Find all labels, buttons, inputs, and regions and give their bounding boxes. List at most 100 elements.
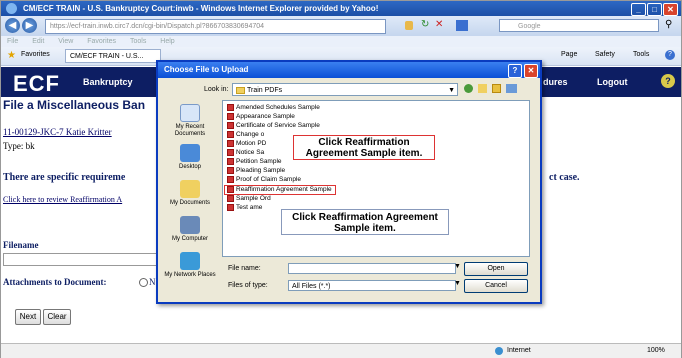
file-name-input[interactable] (288, 263, 456, 274)
callout-top: Click Reaffirmation Agreement Sample ite… (293, 135, 435, 160)
my-network-icon (180, 252, 200, 270)
favorites-button[interactable]: Favorites (21, 51, 50, 58)
attachments-radio[interactable] (139, 278, 148, 287)
file-label: Appearance Sample (236, 113, 295, 121)
chevron-down-icon[interactable]: ▼ (448, 84, 455, 97)
status-bar: Internet 100% (1, 343, 681, 358)
file-item[interactable]: Petition Sample (227, 158, 282, 166)
case-link[interactable]: 11-00129-JKC-7 Katie Kritter (3, 127, 112, 137)
attachments-label: Attachments to Document: (3, 277, 107, 287)
pdf-icon (227, 176, 234, 183)
toolbar-tools[interactable]: Tools (633, 51, 649, 58)
place-my-network[interactable]: My Network Places (162, 252, 218, 279)
url-field[interactable]: https://ecf-train.inwb.circ7.dcn/cgi-bin… (45, 19, 386, 34)
folder-icon (236, 87, 245, 94)
next-button[interactable]: Next (15, 309, 41, 325)
star-icon[interactable]: ★ (7, 50, 16, 61)
file-label: Sample Ord (236, 195, 271, 203)
menu-bankruptcy[interactable]: Bankruptcy (83, 77, 133, 87)
files-of-type-select[interactable]: All Files (*.*) (288, 280, 456, 291)
pdf-icon (227, 113, 234, 120)
place-label: My Recent Documents (174, 124, 206, 137)
menu-view[interactable]: View (58, 38, 73, 45)
place-recent-documents[interactable]: My Recent Documents (162, 104, 218, 138)
file-item[interactable]: Pleading Sample (227, 167, 285, 175)
toolbar-page[interactable]: Page (561, 51, 577, 58)
forward-icon[interactable]: ▶ (22, 18, 37, 33)
file-item[interactable]: Amended Schedules Sample (227, 104, 320, 112)
place-label: My Documents (169, 200, 210, 206)
chevron-down-icon[interactable]: ▼ (454, 280, 461, 287)
place-label: Desktop (178, 164, 201, 170)
chevron-down-icon[interactable]: ▼ (454, 263, 461, 270)
callout-bottom: Click Reaffirmation Agreement Sample ite… (281, 209, 449, 235)
zoom-level[interactable]: 100% (647, 344, 665, 358)
ecf-logo: ECF (13, 71, 60, 96)
toolbar-safety[interactable]: Safety (595, 51, 615, 58)
file-item[interactable]: Sample Ord (227, 195, 271, 203)
file-item[interactable]: Proof of Claim Sample (227, 176, 301, 184)
place-my-computer[interactable]: My Computer (162, 216, 218, 243)
pdf-icon (227, 104, 234, 111)
file-list: Amended Schedules Sample Appearance Samp… (222, 100, 530, 257)
clear-button[interactable]: Clear (43, 309, 71, 325)
pdf-icon (227, 140, 234, 147)
search-provider-icon[interactable] (456, 20, 468, 31)
menu-favorites[interactable]: Favorites (87, 38, 116, 45)
place-label: My Network Places (164, 272, 216, 278)
back-icon[interactable]: ◀ (5, 18, 20, 33)
minimize-icon[interactable]: _ (631, 3, 646, 16)
file-item[interactable]: Test ame (227, 204, 262, 212)
stop-icon[interactable]: ✕ (435, 19, 443, 30)
pdf-icon (227, 131, 234, 138)
file-item-reaffirmation[interactable]: Reaffirmation Agreement Sample (224, 185, 336, 195)
file-item[interactable]: Motion PD (227, 140, 266, 148)
file-label: Proof of Claim Sample (236, 176, 302, 184)
views-menu-icon[interactable] (506, 84, 517, 93)
place-my-documents[interactable]: My Documents (162, 180, 218, 207)
search-input[interactable]: Google (499, 19, 659, 32)
maximize-icon[interactable]: □ (647, 3, 662, 16)
new-folder-icon[interactable] (492, 84, 501, 93)
pdf-icon (227, 204, 234, 211)
menu-procedures[interactable]: dures (543, 77, 568, 87)
ie-icon (6, 3, 17, 14)
help-icon[interactable]: ? (665, 50, 675, 60)
menu-logout[interactable]: Logout (597, 77, 628, 87)
up-folder-icon[interactable] (478, 84, 487, 93)
menu-help[interactable]: Help (160, 38, 174, 45)
help-icon[interactable]: ? (661, 74, 675, 88)
search-icon[interactable]: ⚲ (665, 19, 672, 30)
file-label: Pleading Sample (236, 167, 286, 175)
menu-file[interactable]: File (7, 38, 18, 45)
file-item[interactable]: Notice Sa (227, 149, 264, 157)
place-desktop[interactable]: Desktop (162, 144, 218, 171)
pdf-icon (227, 149, 234, 156)
my-computer-icon (180, 216, 200, 234)
close-icon[interactable]: ✕ (524, 64, 538, 78)
close-icon[interactable]: ✕ (663, 3, 678, 16)
file-label: Motion PD (236, 140, 267, 148)
cancel-button[interactable]: Cancel (464, 279, 528, 293)
review-link[interactable]: Click here to review Reaffirmation A (3, 195, 122, 204)
file-item[interactable]: Appearance Sample (227, 113, 295, 121)
pdf-icon (227, 167, 234, 174)
address-bar: ◀ ▶ https://ecf-train.inwb.circ7.dcn/cgi… (1, 16, 681, 36)
menu-tools[interactable]: Tools (130, 38, 146, 45)
file-label: Reaffirmation Agreement Sample (236, 186, 332, 194)
my-documents-icon (180, 180, 200, 198)
refresh-icon[interactable]: ↻ (421, 19, 429, 30)
back-folder-icon[interactable] (464, 84, 473, 93)
file-item[interactable]: Change o (227, 131, 264, 139)
menu-edit[interactable]: Edit (32, 38, 44, 45)
requirements-suffix: ct case. (549, 172, 580, 183)
filename-input[interactable] (3, 253, 159, 266)
browser-tab[interactable]: CM/ECF TRAIN - U.S... (65, 49, 161, 63)
look-in-select[interactable]: Train PDFs ▼ (232, 83, 458, 96)
help-icon[interactable]: ? (508, 64, 522, 78)
menu-bar: File Edit View Favorites Tools Help (1, 36, 681, 47)
file-item[interactable]: Certificate of Service Sample (227, 122, 320, 130)
open-button[interactable]: Open (464, 262, 528, 276)
dialog-title: Choose File to Upload (164, 65, 249, 74)
desktop-icon (180, 144, 200, 162)
